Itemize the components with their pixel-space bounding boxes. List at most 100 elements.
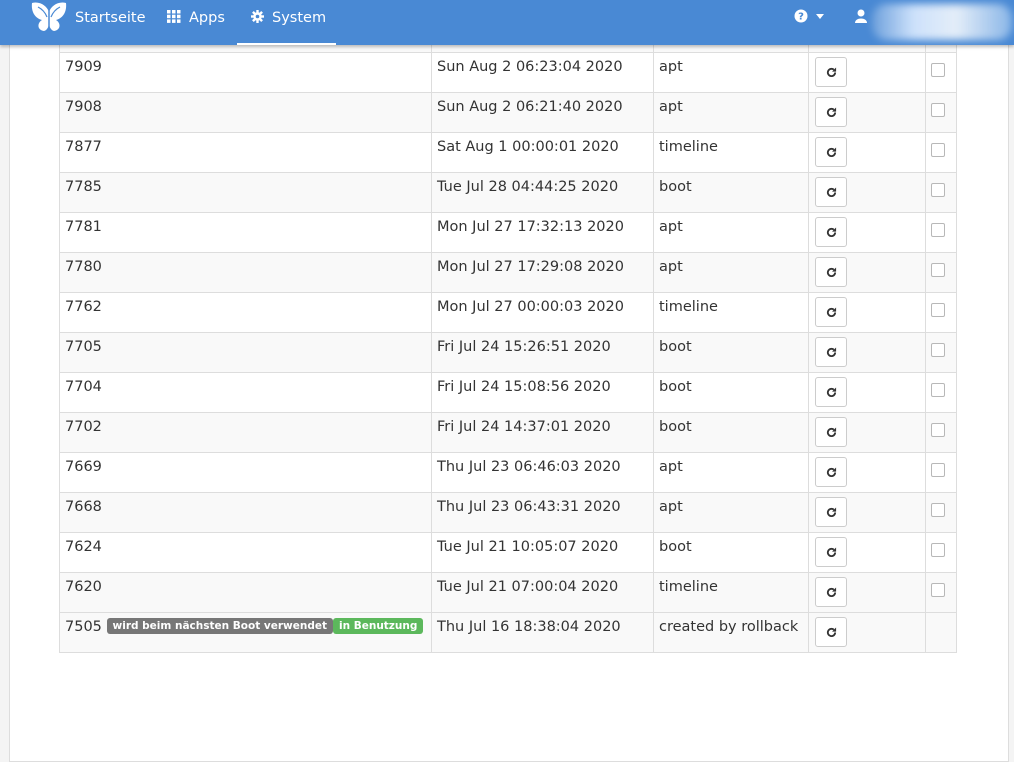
table-row: 7909 Sun Aug 2 06:23:04 2020 apt xyxy=(59,52,957,93)
rollback-button[interactable] xyxy=(815,217,847,247)
snapshot-date: Fri Jul 24 15:08:56 2020 xyxy=(431,372,654,413)
nav-startseite-label: Startseite xyxy=(75,10,146,26)
delete-checkbox[interactable] xyxy=(931,583,945,597)
snapshot-type: apt xyxy=(653,212,809,253)
refresh-icon xyxy=(826,107,837,118)
rollback-button[interactable] xyxy=(815,497,847,527)
delete-checkbox[interactable] xyxy=(931,343,945,357)
freedombox-logo[interactable] xyxy=(30,1,68,32)
table-row: 7781 Mon Jul 27 17:32:13 2020 apt xyxy=(59,212,957,253)
snapshot-date: Sat Aug 1 00:00:01 2020 xyxy=(431,132,654,173)
delete-checkbox[interactable] xyxy=(931,63,945,77)
refresh-icon xyxy=(826,467,837,478)
snapshot-type: apt xyxy=(653,452,809,493)
rollback-button[interactable] xyxy=(815,57,847,87)
snapshot-number: 7781 xyxy=(59,212,432,253)
snapshot-date: Mon Jul 27 00:00:03 2020 xyxy=(431,292,654,333)
rollback-button[interactable] xyxy=(815,457,847,487)
refresh-icon xyxy=(826,347,837,358)
snapshot-date: Thu Jul 16 18:38:04 2020 xyxy=(431,612,654,653)
rollback-button[interactable] xyxy=(815,577,847,607)
nav-apps-label: Apps xyxy=(189,10,225,26)
delete-checkbox[interactable] xyxy=(931,263,945,277)
delete-checkbox[interactable] xyxy=(931,383,945,397)
user-icon xyxy=(855,9,867,23)
table-row: 7624 Tue Jul 21 10:05:07 2020 boot xyxy=(59,532,957,573)
snapshot-date: Mon Jul 27 17:32:13 2020 xyxy=(431,212,654,253)
snapshot-date: Tue Jul 28 04:44:25 2020 xyxy=(431,172,654,213)
refresh-icon xyxy=(826,507,837,518)
rollback-button[interactable] xyxy=(815,337,847,367)
refresh-icon xyxy=(826,67,837,78)
refresh-icon xyxy=(826,307,837,318)
table-row: 7762 Mon Jul 27 00:00:03 2020 timeline xyxy=(59,292,957,333)
snapshot-type: boot xyxy=(653,332,809,373)
delete-checkbox[interactable] xyxy=(931,543,945,557)
rollback-button[interactable] xyxy=(815,537,847,567)
grid-icon xyxy=(167,10,181,23)
snapshot-date: Tue Jul 21 07:00:04 2020 xyxy=(431,572,654,613)
snapshot-number: 7624 xyxy=(59,532,432,573)
caret-down-icon xyxy=(816,13,824,19)
refresh-icon xyxy=(826,227,837,238)
table-row: 7620 Tue Jul 21 07:00:04 2020 timeline xyxy=(59,572,957,613)
snapshot-number: 7785 xyxy=(59,172,432,213)
rollback-button[interactable] xyxy=(815,617,847,647)
question-circle-icon: ? xyxy=(794,9,808,23)
snapshot-date: Thu Jul 23 06:43:31 2020 xyxy=(431,492,654,533)
rollback-button[interactable] xyxy=(815,177,847,207)
user-menu[interactable] xyxy=(855,9,867,23)
refresh-icon xyxy=(826,547,837,558)
snapshot-number: 7620 xyxy=(59,572,432,613)
snapshot-number: 7668 xyxy=(59,492,432,533)
delete-checkbox[interactable] xyxy=(931,423,945,437)
snapshot-date: Fri Jul 24 15:26:51 2020 xyxy=(431,332,654,373)
delete-checkbox[interactable] xyxy=(931,223,945,237)
snapshot-date: Mon Jul 27 17:29:08 2020 xyxy=(431,252,654,293)
snapshot-number: 7908 xyxy=(59,92,432,133)
nav-system[interactable]: System xyxy=(237,0,336,45)
rollback-button[interactable] xyxy=(815,97,847,127)
rollback-button[interactable] xyxy=(815,137,847,167)
snapshot-date: Fri Jul 24 14:37:01 2020 xyxy=(431,412,654,453)
refresh-icon xyxy=(826,427,837,438)
table-row: 7704 Fri Jul 24 15:08:56 2020 boot xyxy=(59,372,957,413)
nav-system-label: System xyxy=(272,10,327,26)
help-menu[interactable]: ? xyxy=(794,9,824,23)
rollback-button[interactable] xyxy=(815,417,847,447)
snapshot-type: apt xyxy=(653,492,809,533)
snapshot-number: 7669 xyxy=(59,452,432,493)
snapshot-date: Thu Jul 23 06:46:03 2020 xyxy=(431,452,654,493)
snapshot-type: boot xyxy=(653,172,809,213)
delete-checkbox[interactable] xyxy=(931,303,945,317)
top-navbar: Startseite Apps System ? xyxy=(0,0,1014,45)
refresh-icon xyxy=(826,627,837,638)
snapshot-number: 7704 xyxy=(59,372,432,413)
snapshot-type: created by rollback xyxy=(653,612,809,653)
nav-startseite[interactable]: Startseite xyxy=(75,0,146,45)
delete-checkbox[interactable] xyxy=(931,503,945,517)
snapshot-type: timeline xyxy=(653,132,809,173)
snapshot-number: 7702 xyxy=(59,412,432,453)
delete-checkbox[interactable] xyxy=(931,143,945,157)
username-redacted xyxy=(872,4,1012,40)
snapshot-type: apt xyxy=(653,52,809,93)
snapshot-number: 7762 xyxy=(59,292,432,333)
refresh-icon xyxy=(826,267,837,278)
snapshot-number: 7909 xyxy=(59,52,432,93)
rollback-button[interactable] xyxy=(815,297,847,327)
gear-icon xyxy=(251,10,264,23)
delete-checkbox[interactable] xyxy=(931,103,945,117)
snapshot-number: 7705 xyxy=(59,332,432,373)
delete-checkbox[interactable] xyxy=(931,183,945,197)
table-row: 7668 Thu Jul 23 06:43:31 2020 apt xyxy=(59,492,957,533)
delete-checkbox[interactable] xyxy=(931,463,945,477)
snapshot-type: boot xyxy=(653,412,809,453)
snapshot-type: apt xyxy=(653,252,809,293)
snapshots-table: 7909 Sun Aug 2 06:23:04 2020 apt 7908 Sun Au… xyxy=(59,27,957,653)
table-row: 7705 Fri Jul 24 15:26:51 2020 boot xyxy=(59,332,957,373)
nav-apps[interactable]: Apps xyxy=(167,0,225,45)
rollback-button[interactable] xyxy=(815,377,847,407)
rollback-button[interactable] xyxy=(815,257,847,287)
table-row: 7908 Sun Aug 2 06:21:40 2020 apt xyxy=(59,92,957,133)
